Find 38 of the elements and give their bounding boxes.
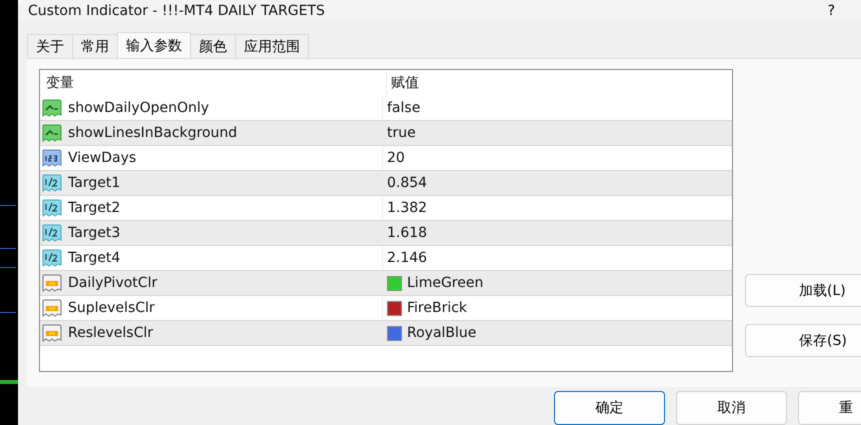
help-button[interactable]: ? (824, 3, 839, 19)
parameter-value[interactable]: 2.146 (387, 250, 428, 266)
parameter-name: DailyPivotClr (68, 275, 158, 291)
dialog-button[interactable]: 重 (798, 391, 861, 425)
parameter-name: Target4 (68, 250, 120, 266)
parameter-value[interactable]: LimeGreen (407, 275, 484, 291)
tab[interactable]: 输入参数 (117, 32, 191, 58)
parameter-name: ReslevelsClr (68, 325, 154, 341)
parameter-name: ViewDays (68, 150, 136, 166)
side-button[interactable]: 保存(S) (745, 324, 861, 357)
parameter-value[interactable]: true (387, 125, 416, 141)
side-button[interactable]: 加载(L) (745, 274, 861, 307)
parameter-value[interactable]: FireBrick (407, 300, 468, 316)
toggle-icon (42, 99, 62, 117)
parameter-value[interactable]: 1.618 (387, 225, 428, 241)
parameter-name: Target2 (68, 200, 120, 216)
fraction-icon (42, 174, 62, 192)
parameter-name: Target1 (68, 175, 120, 191)
dialog-button[interactable]: 取消 (676, 391, 787, 425)
tab[interactable]: 应用范围 (235, 34, 309, 58)
parameter-value[interactable]: RoyalBlue (407, 325, 476, 341)
parameter-value[interactable]: 0.854 (387, 175, 428, 191)
fraction-icon (42, 199, 62, 217)
tab[interactable]: 关于 (27, 34, 73, 58)
integer-icon (42, 149, 62, 167)
parameter-name: Target3 (68, 225, 120, 241)
parameter-name: showLinesInBackground (68, 125, 238, 141)
window-title: Custom Indicator - !!!-MT4 DAILY TARGETS (28, 3, 325, 19)
parameter-name: SuplevelsClr (68, 300, 155, 316)
parameter-value[interactable]: false (387, 100, 420, 116)
parameter-name: showDailyOpenOnly (68, 100, 210, 116)
dialog-button[interactable]: 确定 (554, 391, 665, 425)
fraction-icon (42, 249, 62, 267)
column-header: 赋值 (390, 74, 420, 93)
toggle-icon (42, 124, 62, 142)
parameter-value[interactable]: 1.382 (387, 200, 428, 216)
fraction-icon (42, 224, 62, 242)
parameter-value[interactable]: 20 (387, 150, 405, 166)
